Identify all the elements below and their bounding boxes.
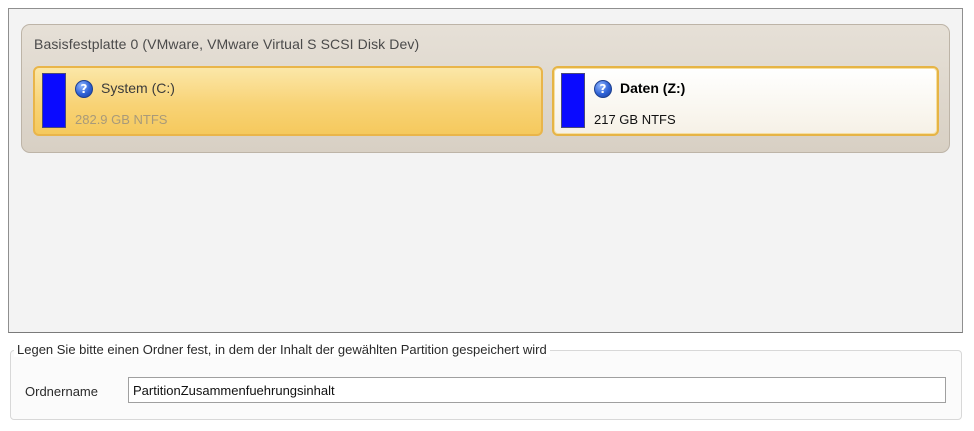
folder-group-legend: Legen Sie bitte einen Ordner fest, in de… [14, 342, 550, 357]
disk-0[interactable]: Basisfestplatte 0 (VMware, VMware Virtua… [21, 24, 950, 153]
partition-info: 217 GB NTFS [594, 112, 676, 127]
partition-info: 282.9 GB NTFS [75, 112, 168, 127]
help-icon[interactable]: ? [75, 80, 93, 98]
usage-bar [42, 73, 66, 128]
usage-bar [561, 73, 585, 128]
disk-map-panel: Basisfestplatte 0 (VMware, VMware Virtua… [8, 8, 963, 333]
folder-name-label: Ordnername [25, 384, 98, 399]
disk-title: Basisfestplatte 0 (VMware, VMware Virtua… [34, 36, 420, 52]
partition-daten-z[interactable]: ? Daten (Z:) 217 GB NTFS [552, 66, 939, 136]
partition-name: System (C:) [101, 80, 175, 96]
partition-name: Daten (Z:) [620, 80, 686, 96]
folder-name-input[interactable] [128, 377, 946, 403]
help-icon[interactable]: ? [594, 80, 612, 98]
partition-system-c[interactable]: ? System (C:) 282.9 GB NTFS [33, 66, 543, 136]
